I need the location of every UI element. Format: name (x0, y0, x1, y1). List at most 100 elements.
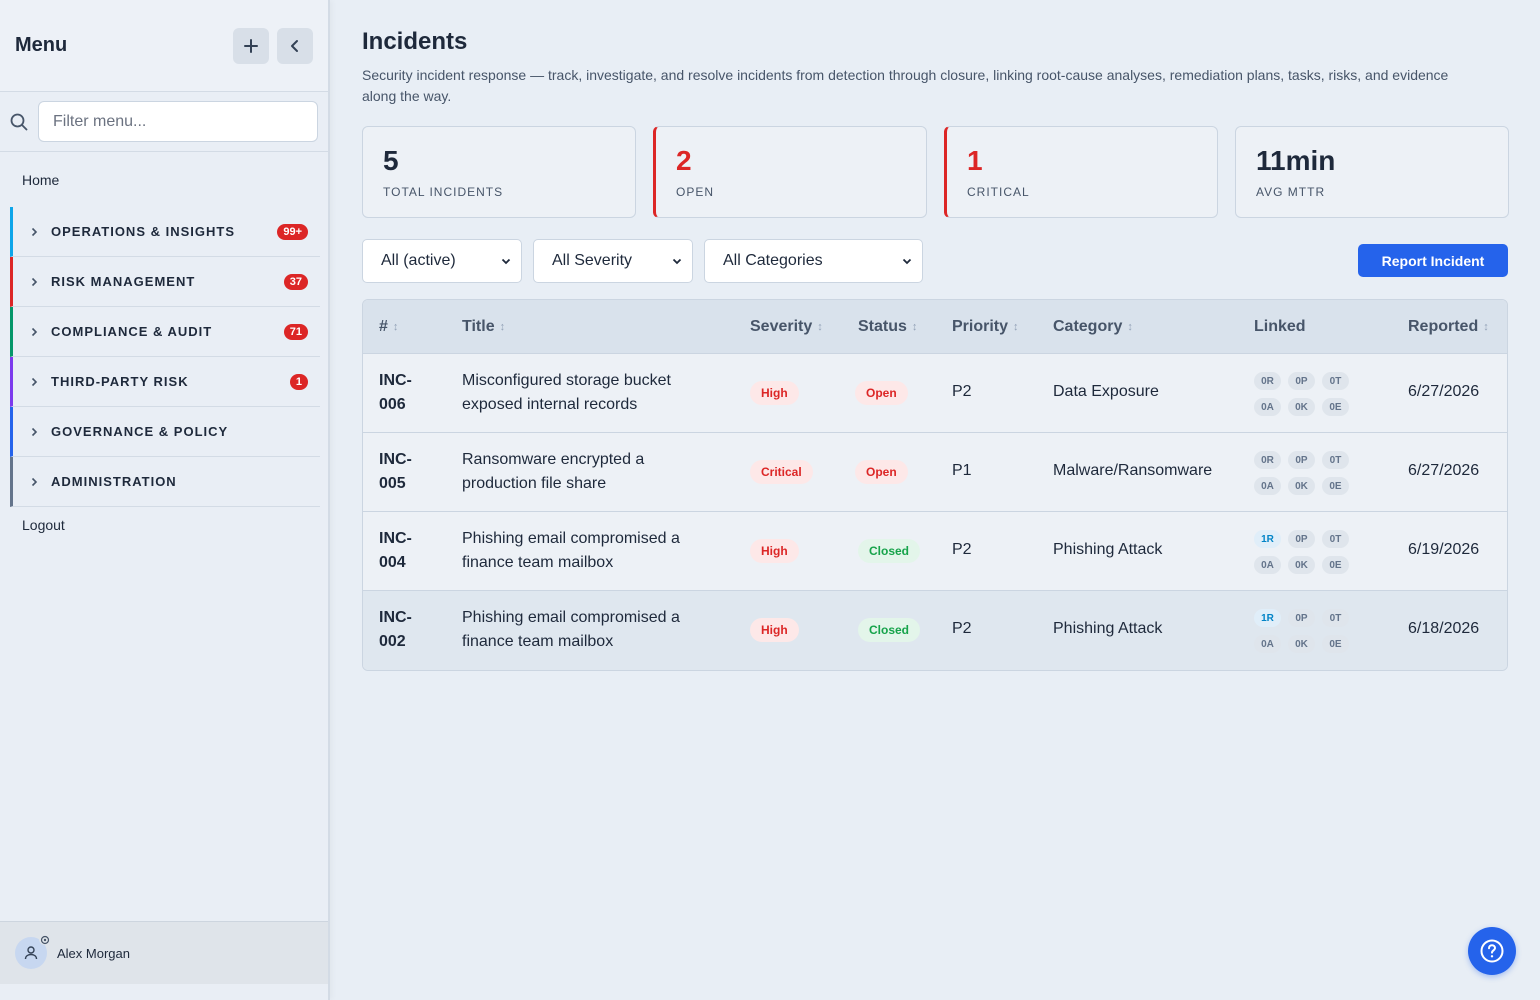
table-row[interactable]: INC-002 Phishing email compromised a fina… (363, 591, 1507, 670)
incident-title[interactable]: Ransomware encrypted a production file s… (462, 448, 712, 496)
linked-chip[interactable]: 0K (1288, 556, 1315, 574)
incident-number[interactable]: INC-006 (379, 369, 429, 417)
header-category[interactable]: Category ↕ (1053, 318, 1133, 336)
nav-section-operations-insights[interactable]: OPERATIONS & INSIGHTS 99+ (10, 207, 320, 257)
linked-chip[interactable]: 0T (1322, 530, 1349, 548)
linked-chip[interactable]: 0E (1322, 556, 1349, 574)
user-profile[interactable]: Alex Morgan (0, 921, 328, 984)
severity-filter-value: All Severity (552, 252, 633, 269)
table-row[interactable]: INC-005 Ransomware encrypted a production… (363, 433, 1507, 512)
table-header: # ↕ Title ↕ Severity ↕ Status ↕ Priority ↕ Ca… (363, 300, 1507, 354)
chevron-left-icon (291, 39, 298, 52)
linked-chip[interactable]: 0P (1288, 609, 1315, 627)
nav-section-third-party-risk[interactable]: THIRD-PARTY RISK 1 (10, 357, 320, 407)
search-icon (10, 113, 28, 130)
chevron-down-icon (902, 258, 912, 265)
chevron-down-icon (672, 258, 682, 265)
incident-title[interactable]: Misconfigured storage bucket exposed int… (462, 369, 712, 417)
collapse-sidebar-button[interactable] (277, 27, 313, 64)
linked-chip[interactable]: 0R (1254, 372, 1281, 390)
filter-menu-input[interactable] (38, 101, 318, 142)
count-badge: 1 (289, 373, 308, 390)
linked-chip[interactable]: 0R (1254, 451, 1281, 469)
header-label: Severity (750, 317, 813, 335)
header-label: Title (462, 317, 495, 335)
sort-icon: ↕ (911, 320, 918, 333)
chevron-right-icon (31, 377, 38, 386)
avatar[interactable] (15, 933, 51, 969)
linked-chip[interactable]: 1R (1254, 609, 1281, 627)
linked-chip[interactable]: 0P (1288, 451, 1315, 469)
nav-section-governance-policy[interactable]: GOVERNANCE & POLICY (10, 407, 320, 457)
stat-label: OPEN (676, 185, 715, 199)
header-num[interactable]: # ↕ (379, 318, 398, 336)
header-label: Linked (1254, 317, 1306, 335)
header-reported[interactable]: Reported ↕ (1408, 318, 1489, 336)
chevron-right-icon (31, 477, 38, 486)
linked-chip[interactable]: 0K (1288, 477, 1315, 495)
stat-open: 2 OPEN (653, 126, 927, 218)
nav-section-risk-management[interactable]: RISK MANAGEMENT 37 (10, 257, 320, 307)
incident-number[interactable]: INC-002 (379, 606, 429, 654)
linked-chip[interactable]: 0A (1254, 477, 1281, 495)
stat-label: TOTAL INCIDENTS (383, 185, 504, 199)
category-cell: Data Exposure (1053, 383, 1159, 400)
linked-chip[interactable]: 0P (1288, 530, 1315, 548)
chevron-right-icon (31, 327, 38, 336)
header-label: Category (1053, 317, 1123, 335)
report-incident-button[interactable]: Report Incident (1358, 244, 1508, 277)
chevron-right-icon (31, 227, 38, 236)
nav-section-administration[interactable]: ADMINISTRATION (10, 457, 320, 507)
status-filter-select[interactable]: All (active) (362, 239, 522, 283)
linked-chip[interactable]: 0K (1288, 398, 1315, 416)
nav-section-label: GOVERNANCE & POLICY (51, 424, 229, 439)
nav-section-label: THIRD-PARTY RISK (51, 374, 189, 389)
linked-chip[interactable]: 1R (1254, 530, 1281, 548)
header-title[interactable]: Title ↕ (462, 318, 505, 336)
help-circle-icon (1480, 939, 1504, 963)
sort-icon: ↕ (817, 320, 823, 333)
user-icon (24, 946, 38, 960)
table-row[interactable]: INC-006 Misconfigured storage bucket expo… (363, 354, 1507, 433)
incident-title[interactable]: Phishing email compromised a finance tea… (462, 606, 712, 654)
linked-chip[interactable]: 0K (1288, 635, 1315, 653)
header-linked: Linked (1254, 318, 1306, 336)
status-badge: Closed (858, 618, 921, 642)
incident-number[interactable]: INC-005 (379, 448, 429, 496)
category-cell: Malware/Ransomware (1053, 462, 1213, 479)
severity-badge: Critical (750, 460, 813, 484)
stat-value: 5 (383, 145, 399, 176)
linked-chip[interactable]: 0E (1322, 477, 1349, 495)
linked-chip[interactable]: 0T (1322, 372, 1349, 390)
linked-chip[interactable]: 0T (1322, 451, 1349, 469)
nav-home[interactable]: Home (0, 152, 328, 207)
nav-section-compliance-audit[interactable]: COMPLIANCE & AUDIT 71 (10, 307, 320, 357)
reported-date: 6/18/2026 (1408, 620, 1480, 637)
help-button[interactable] (1468, 927, 1516, 975)
severity-filter-select[interactable]: All Severity (533, 239, 693, 283)
header-severity[interactable]: Severity ↕ (750, 318, 823, 336)
incident-number[interactable]: INC-004 (379, 527, 429, 575)
stats-row: 5 TOTAL INCIDENTS 2 OPEN 1 CRITICAL 11mi… (362, 126, 1509, 218)
linked-chip[interactable]: 0T (1322, 609, 1349, 627)
stat-value: 1 (967, 145, 983, 176)
header-priority[interactable]: Priority ↕ (952, 318, 1019, 336)
nav-section-label: COMPLIANCE & AUDIT (51, 324, 213, 339)
linked-chip[interactable]: 0A (1254, 635, 1281, 653)
linked-chip[interactable]: 0A (1254, 398, 1281, 416)
reported-date: 6/27/2026 (1408, 383, 1480, 400)
gear-icon (39, 933, 51, 945)
table-row[interactable]: INC-004 Phishing email compromised a fina… (363, 512, 1507, 591)
plus-icon (244, 38, 258, 53)
linked-chip[interactable]: 0E (1322, 635, 1349, 653)
category-filter-select[interactable]: All Categories (704, 239, 923, 283)
linked-chip[interactable]: 0E (1322, 398, 1349, 416)
linked-chip[interactable]: 0P (1288, 372, 1315, 390)
nav-logout[interactable]: Logout (0, 507, 328, 543)
header-label: Priority (952, 317, 1009, 335)
header-status[interactable]: Status ↕ (858, 318, 917, 336)
stat-avg-mttr: 11min AVG MTTR (1235, 126, 1509, 218)
linked-chip[interactable]: 0A (1254, 556, 1281, 574)
incident-title[interactable]: Phishing email compromised a finance tea… (462, 527, 712, 575)
add-menu-button[interactable] (233, 27, 269, 64)
